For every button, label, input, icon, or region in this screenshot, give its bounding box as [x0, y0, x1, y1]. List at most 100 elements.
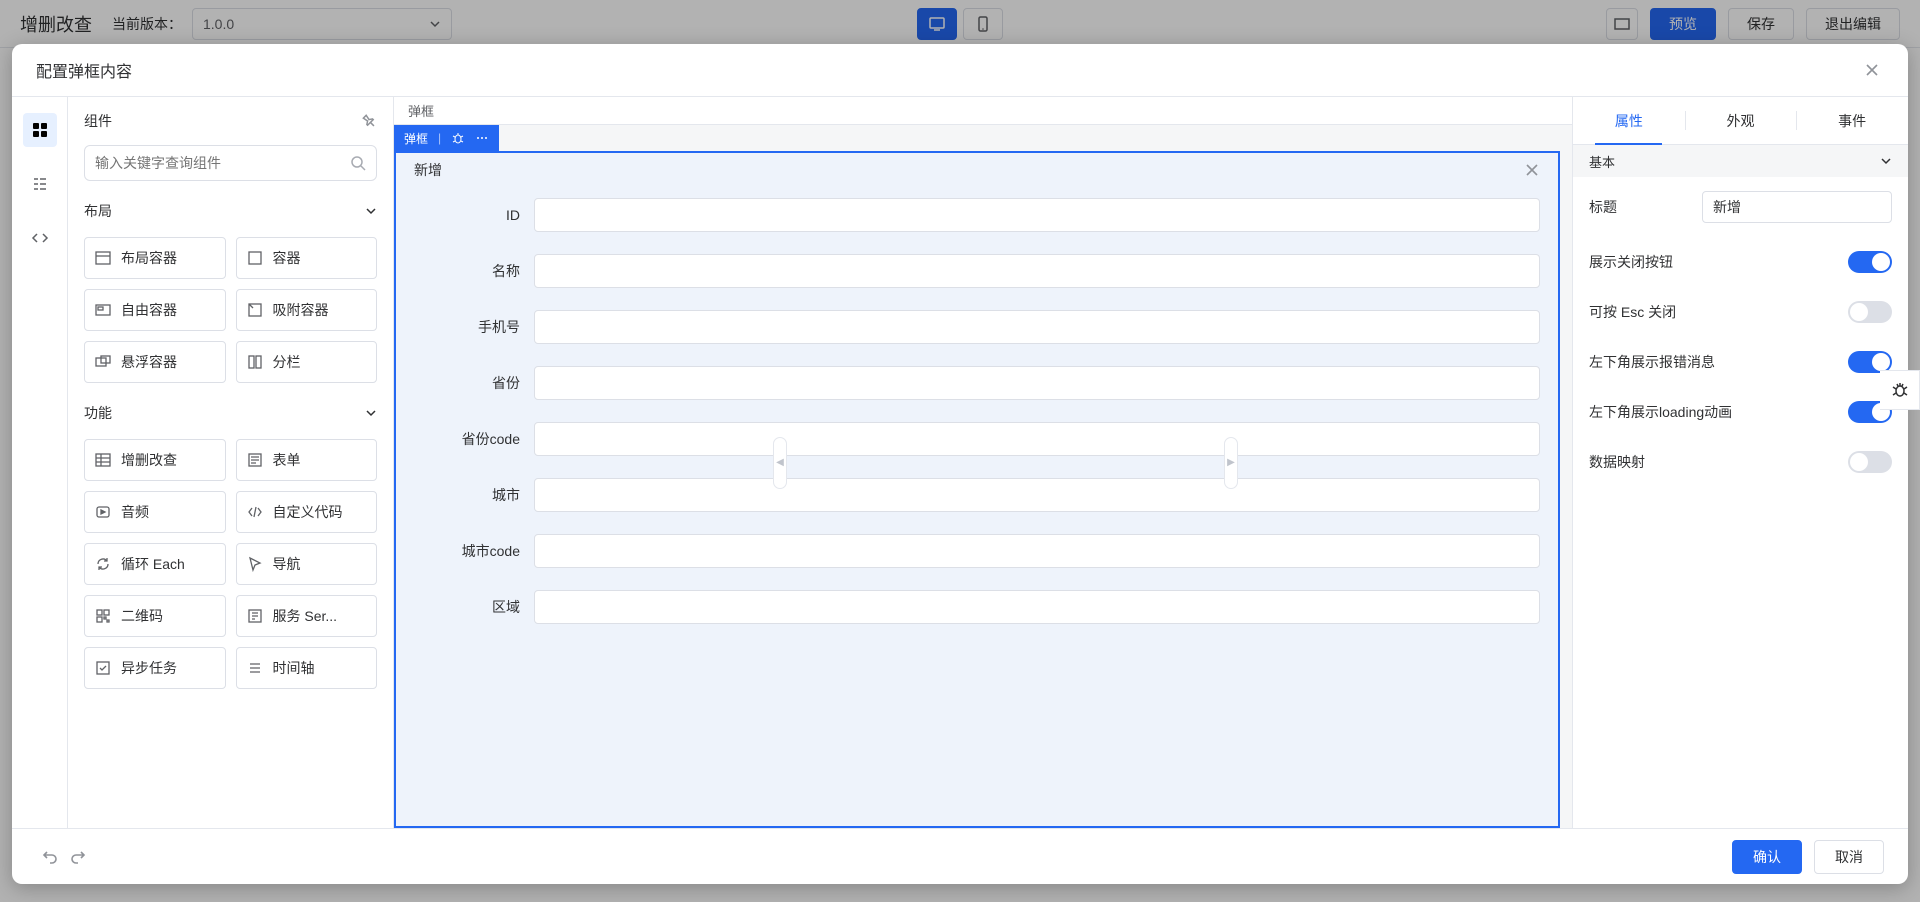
- comp-timeline[interactable]: 时间轴: [236, 647, 378, 689]
- comp-crud[interactable]: 增删改查: [84, 439, 226, 481]
- field-label: 区域: [414, 597, 534, 617]
- free-layout-icon: [95, 302, 111, 318]
- field-input-province[interactable]: [534, 366, 1540, 400]
- version-select[interactable]: 1.0.0: [192, 8, 452, 40]
- code-brackets-icon: [247, 504, 263, 520]
- section-feature-label: 功能: [84, 403, 112, 423]
- group-basic-header[interactable]: 基本: [1573, 145, 1908, 177]
- comp-sticky-container[interactable]: 吸附容器: [236, 289, 378, 331]
- rail-code[interactable]: [23, 221, 57, 255]
- preview-button[interactable]: 预览: [1650, 8, 1716, 40]
- sticky-icon: [247, 302, 263, 318]
- form-row: 名称: [414, 243, 1540, 299]
- components-panel-title: 组件: [84, 111, 112, 131]
- comp-container[interactable]: 容器: [236, 237, 378, 279]
- rail-outline[interactable]: [23, 167, 57, 201]
- undo-icon: [41, 848, 59, 866]
- canvas-inner[interactable]: 弹框 | 新增 ID 名称 手机号 省份 省份co: [394, 125, 1572, 828]
- comp-layout-container[interactable]: 布局容器: [84, 237, 226, 279]
- table-icon: [95, 452, 111, 468]
- breadcrumb-item[interactable]: 弹框: [408, 101, 434, 120]
- switch-data-map[interactable]: [1848, 451, 1892, 473]
- field-label: 省份: [414, 373, 534, 393]
- confirm-button[interactable]: 确认: [1732, 840, 1802, 874]
- cursor-icon: [247, 556, 263, 572]
- comp-label: 分栏: [273, 352, 301, 372]
- collapse-right-handle[interactable]: ▶: [1224, 437, 1238, 489]
- comp-float-container[interactable]: 悬浮容器: [84, 341, 226, 383]
- comp-label: 布局容器: [121, 248, 177, 268]
- redo-button[interactable]: [64, 843, 92, 871]
- field-input-name[interactable]: [534, 254, 1540, 288]
- field-input-city-code[interactable]: [534, 534, 1540, 568]
- device-desktop-button[interactable]: [917, 8, 957, 40]
- modal-title: 配置弹框内容: [36, 58, 132, 82]
- rail-components[interactable]: [23, 113, 57, 147]
- section-layout-header[interactable]: 布局: [84, 201, 377, 221]
- exit-edit-button[interactable]: 退出编辑: [1806, 8, 1900, 40]
- form-icon: [247, 452, 263, 468]
- comp-nav[interactable]: 导航: [236, 543, 378, 585]
- field-input-province-code[interactable]: [534, 422, 1540, 456]
- field-label: ID: [414, 207, 534, 223]
- comp-label: 自定义代码: [273, 502, 343, 522]
- comp-label: 自由容器: [121, 300, 177, 320]
- bug-icon[interactable]: [451, 131, 465, 145]
- field-input-region[interactable]: [534, 590, 1540, 624]
- breadcrumb: 弹框: [394, 97, 1572, 125]
- component-search[interactable]: [84, 145, 377, 181]
- comp-qrcode[interactable]: 二维码: [84, 595, 226, 637]
- search-icon: [350, 155, 366, 171]
- field-input-phone[interactable]: [534, 310, 1540, 344]
- properties-panel: 属性 外观 事件 基本 标题 新增 展示关闭按钮 可按 Esc 关闭: [1572, 97, 1908, 828]
- tab-events[interactable]: 事件: [1796, 97, 1908, 144]
- close-icon: [1524, 162, 1540, 178]
- prop-row-esc-close: 可按 Esc 关闭: [1573, 287, 1908, 337]
- comp-free-container[interactable]: 自由容器: [84, 289, 226, 331]
- more-icon[interactable]: [475, 131, 489, 145]
- screen-icon-button[interactable]: [1606, 8, 1638, 40]
- tab-attributes[interactable]: 属性: [1573, 97, 1685, 144]
- prop-label: 可按 Esc 关闭: [1589, 302, 1676, 322]
- cancel-button[interactable]: 取消: [1814, 840, 1884, 874]
- comp-form[interactable]: 表单: [236, 439, 378, 481]
- prop-title-input[interactable]: 新增: [1702, 191, 1892, 223]
- comp-label: 异步任务: [121, 658, 177, 678]
- pin-button[interactable]: [358, 110, 381, 133]
- comp-label: 表单: [273, 450, 301, 470]
- switch-show-close[interactable]: [1848, 251, 1892, 273]
- field-input-id[interactable]: [534, 198, 1540, 232]
- selection-tag[interactable]: 弹框 |: [394, 125, 499, 151]
- field-label: 城市code: [414, 541, 534, 561]
- comp-columns[interactable]: 分栏: [236, 341, 378, 383]
- pin-icon: [358, 110, 381, 133]
- search-input[interactable]: [95, 155, 350, 171]
- comp-label: 导航: [273, 554, 301, 574]
- debug-float-button[interactable]: [1880, 370, 1920, 410]
- redo-icon: [69, 848, 87, 866]
- section-feature-header[interactable]: 功能: [84, 403, 377, 423]
- comp-custom-code[interactable]: 自定义代码: [236, 491, 378, 533]
- comp-service[interactable]: 服务 Ser...: [236, 595, 378, 637]
- loop-icon: [95, 556, 111, 572]
- save-button[interactable]: 保存: [1728, 8, 1794, 40]
- comp-audio[interactable]: 音频: [84, 491, 226, 533]
- modal-close-button[interactable]: [1860, 58, 1884, 82]
- prop-label: 数据映射: [1589, 452, 1645, 472]
- dialog-close-button[interactable]: [1524, 162, 1540, 178]
- tab-appearance[interactable]: 外观: [1685, 97, 1797, 144]
- dialog-preview[interactable]: 新增 ID 名称 手机号 省份 省份code 城市 城市code 区域: [394, 151, 1560, 828]
- comp-each[interactable]: 循环 Each: [84, 543, 226, 585]
- version-label: 当前版本：: [112, 14, 182, 34]
- comp-async-task[interactable]: 异步任务: [84, 647, 226, 689]
- prop-row-show-close: 展示关闭按钮: [1573, 237, 1908, 287]
- switch-esc-close[interactable]: [1848, 301, 1892, 323]
- undo-button[interactable]: [36, 843, 64, 871]
- comp-label: 容器: [273, 248, 301, 268]
- field-input-city[interactable]: [534, 478, 1540, 512]
- collapse-left-handle[interactable]: ◀: [773, 437, 787, 489]
- prop-label: 标题: [1589, 197, 1617, 217]
- chevron-down-icon: [365, 407, 377, 419]
- device-mobile-button[interactable]: [963, 8, 1003, 40]
- chevron-down-icon: [365, 205, 377, 217]
